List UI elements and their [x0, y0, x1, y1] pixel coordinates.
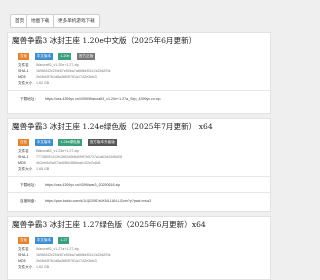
md5-value: 2b06d3f761d8a3669f751a1742e3bfc3 [36, 75, 97, 79]
tag-list: 汉化 中文版本 1.20e 官方正版 [18, 53, 96, 61]
download-card-1: 魔兽争霸3 冰封王座 1.20e中文版（2025年6月更新） 汉化 中文版本 1… [7, 32, 271, 114]
sha1-value: 77738091412b1862d3b8d0f9f7b5737a1a63d434… [36, 155, 122, 159]
md5-value: 2b06d3f761d8a3669f751a1742e3bfc3 [36, 259, 97, 263]
card-title: 魔兽争霸3 冰封王座 1.20e中文版（2025年6月更新） [12, 36, 197, 45]
divider [8, 90, 270, 91]
file-name-value: Warcraft3_v1.27a+1.27.zip [36, 247, 79, 251]
download-link-row: 下载地址： https://oss.4399yx.cn/4399/Warcraf… [20, 95, 160, 103]
tag: 1.24e绿色版 [58, 139, 83, 146]
tag: 中文版本 [34, 237, 54, 244]
file-size-row: 文件大小 1.62 GB [18, 264, 49, 270]
file-size-row: 文件大小 1.65 GB [18, 166, 49, 172]
tag: 中文版本 [34, 53, 54, 60]
tag-list: 汉化 中文版本 1.24e绿色版 官方版本升级版 [18, 139, 118, 147]
download-link[interactable]: https://oss.4399yx.cn/4399/Warcraft3_v1.… [45, 97, 160, 101]
tag: 中文版本 [34, 139, 54, 146]
file-size-value: 1.62 GB [36, 265, 50, 269]
file-size-label: 文件大小 [18, 265, 33, 269]
download-link[interactable]: https://oss.4399yx.cn/4399/war3_20250616… [45, 183, 120, 187]
card-title: 魔兽争霸3 冰封王座 1.24e绿色版（2025年7月更新） x64 [12, 122, 213, 131]
tag: 1.27 [58, 237, 70, 244]
card-title: 魔兽争霸3 冰封王座 1.27绿色版（2025年6月更新）x64 [12, 220, 206, 229]
pan-link-row: 百度网盘： https://pan.baidu.com/s/1Uj1D0fDrU… [20, 197, 151, 205]
file-size-label: 文件大小 [18, 81, 33, 85]
download-card-2: 魔兽争霸3 冰封王座 1.24e绿色版（2025年7月更新） x64 汉化 中文… [7, 118, 271, 212]
md5-value: 4b2eb940a974e69fd1866eab102e2c8d1 [36, 161, 101, 165]
nav-map-download-button[interactable]: 地图下载 [26, 14, 55, 28]
tag: 汉化 [18, 237, 30, 244]
file-size-value: 1.65 GB [36, 167, 50, 171]
tag: 汉化 [18, 53, 30, 60]
sha1-value: 1696f442c2f4e67e50ba7a8fd6ef02c7a25487fa [36, 253, 111, 257]
pan-link-label: 百度网盘： [20, 199, 38, 203]
file-size-row: 文件大小 1.62 GB [18, 80, 49, 86]
download-link-row: 下载地址： https://oss.4399yx.cn/4399/war3_20… [20, 181, 120, 189]
tag: 汉化 [18, 139, 30, 146]
file-size-value: 1.62 GB [36, 81, 50, 85]
tag: 官方正版 [76, 53, 96, 60]
download-link-label: 下载地址： [20, 97, 38, 101]
pan-link[interactable]: https://pan.baidu.com/s/1Uj1D0fDrUK6iL1A… [45, 199, 151, 203]
divider [8, 176, 270, 177]
download-card-3: 魔兽争霸3 冰封王座 1.27绿色版（2025年6月更新）x64 汉化 中文版本… [7, 216, 271, 280]
top-nav: 首页 地图下载 更多单机游戏下载 [0, 0, 275, 30]
file-name-value: Warcraft3_v1.24e+1.27.zip [36, 149, 79, 153]
divider [8, 192, 270, 193]
download-link-label: 下载地址： [20, 183, 38, 187]
tag-list: 汉化 中文版本 1.27 [18, 237, 70, 245]
file-name-value: Warcraft3_v1.20e+1.27.zip [36, 63, 79, 67]
nav-more-games-button[interactable]: 更多单机游戏下载 [53, 14, 100, 28]
tag: 1.20e [58, 53, 72, 60]
file-size-label: 文件大小 [18, 167, 33, 171]
sha1-value: 1696f442c2f4e67e50ba7a8fd6ef02c7a25487fa [36, 69, 111, 73]
tag: 官方版本升级版 [87, 139, 117, 146]
